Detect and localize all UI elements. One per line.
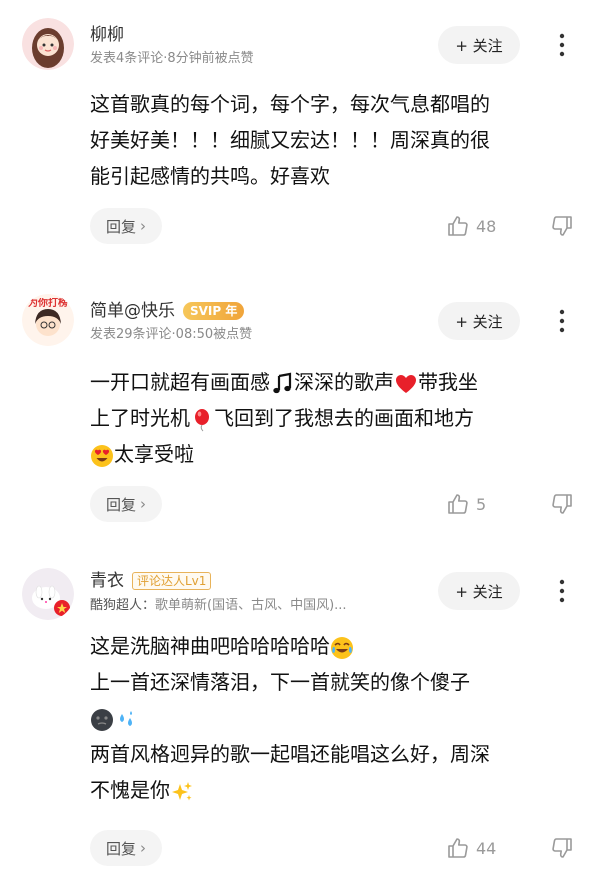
avatar[interactable]: 为你打榜 [22, 294, 74, 346]
thumbs-down-icon [552, 216, 572, 236]
vertical-ellipsis-icon [559, 309, 565, 333]
like-count: 48 [476, 216, 497, 236]
dark-face-emoji-icon [91, 708, 113, 731]
talent-badge: 评论达人Lv1 [132, 572, 212, 590]
reply-button[interactable]: 回复 › [90, 208, 162, 244]
thumbs-down-icon [552, 494, 572, 514]
svip-badge: SVIP 年 [183, 302, 245, 320]
username-row: 青衣 评论达人Lv1 [90, 570, 212, 592]
red-heart-icon [396, 374, 416, 393]
thumbs-up-icon [448, 838, 468, 858]
comment-meta: 发表29条评论·08:50被点赞 [90, 327, 253, 342]
vertical-ellipsis-icon [559, 579, 565, 603]
follow-button[interactable]: + 关注 [438, 572, 520, 610]
more-options-button[interactable] [548, 26, 576, 64]
music-note-icon [273, 372, 292, 393]
avatar[interactable] [22, 18, 74, 70]
balloon-icon [195, 408, 209, 431]
avatar[interactable] [22, 568, 74, 620]
thumbs-up-icon [448, 494, 468, 514]
like-button[interactable]: 48 [446, 214, 496, 238]
comment-text: 这是洗脑神曲吧哈哈哈哈哈 上一首还深情落泪，下一首就笑的像个傻子 两首风格迥异的… [90, 634, 490, 802]
comment-text: 一开口就超有画面感 深深的歌声 带我坐 上了时光机 飞回到了我想去的画面和地方 太享受… [90, 370, 478, 467]
username[interactable]: 青衣 [90, 570, 124, 592]
tears-of-joy-emoji-icon [331, 636, 353, 659]
reply-button[interactable]: 回复 › [90, 830, 162, 866]
follow-button[interactable]: + 关注 [438, 26, 520, 64]
comment-meta: 发表4条评论·8分钟前被点赞 [90, 51, 254, 66]
dislike-button[interactable] [550, 492, 576, 518]
dislike-button[interactable] [550, 214, 576, 240]
sparkles-icon [172, 781, 192, 800]
username[interactable]: 柳柳 [90, 24, 124, 46]
more-options-button[interactable] [548, 572, 576, 610]
comment-text: 这首歌真的每个词，每个字，每次气息都唱的 好美好美！！！细腻又宏达！！！周深真的… [90, 92, 490, 188]
like-button[interactable]: 44 [446, 836, 496, 860]
thumbs-up-icon [448, 216, 468, 236]
like-count: 44 [476, 838, 497, 858]
sweat-droplets-icon [120, 710, 132, 726]
like-count: 5 [476, 494, 487, 514]
username[interactable]: 简单@快乐 [90, 300, 175, 322]
username-row: 柳柳 [90, 24, 124, 46]
avatar-text: 为你打榜 [28, 298, 68, 309]
dislike-button[interactable] [550, 836, 576, 862]
vertical-ellipsis-icon [559, 33, 565, 57]
chevron-right-icon: › [140, 495, 146, 513]
username-row: 简单@快乐 SVIP 年 [90, 300, 245, 322]
thumbs-down-icon [552, 838, 572, 858]
chevron-right-icon: › [140, 839, 146, 857]
heart-eyes-emoji-icon [91, 444, 113, 467]
follow-button[interactable]: + 关注 [438, 302, 520, 340]
reply-button[interactable]: 回复 › [90, 486, 162, 522]
comment-meta: 酷狗超人：歌单萌新(国语、古风、中国风)... [90, 598, 347, 613]
more-options-button[interactable] [548, 302, 576, 340]
chevron-right-icon: › [140, 217, 146, 235]
like-button[interactable]: 5 [446, 492, 486, 516]
